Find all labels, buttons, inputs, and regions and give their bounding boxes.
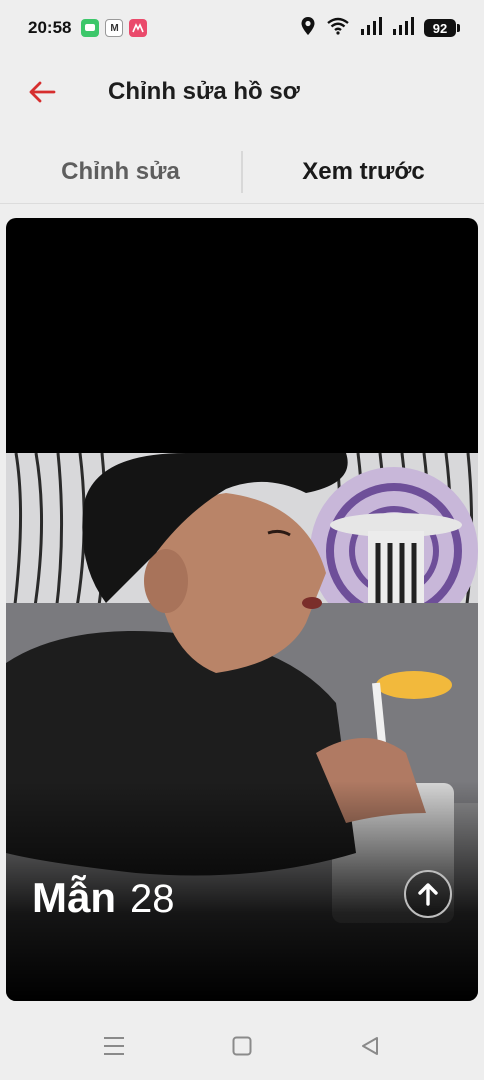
expand-profile-button[interactable] <box>404 870 452 918</box>
profile-age: 28 <box>130 877 175 921</box>
back-arrow-icon <box>29 81 56 103</box>
status-bar: 20:58 M 92 <box>0 0 484 56</box>
status-time: 20:58 <box>28 18 72 37</box>
signal-icon-2 <box>392 16 414 40</box>
system-back-button[interactable] <box>352 1028 388 1064</box>
page-title: Chỉnh sửa hồ sơ <box>108 78 300 105</box>
signal-icon-1 <box>360 16 382 40</box>
home-button[interactable] <box>224 1028 260 1064</box>
tab-preview[interactable]: Xem trước <box>243 140 484 203</box>
status-indicators: 92 <box>300 16 460 41</box>
messages-icon <box>81 19 100 37</box>
home-square-icon <box>232 1036 252 1056</box>
menu-icon <box>104 1037 124 1055</box>
back-triangle-icon <box>362 1037 378 1055</box>
recent-apps-button[interactable] <box>96 1028 132 1064</box>
system-nav-bar <box>0 1012 484 1080</box>
back-button[interactable] <box>16 66 68 118</box>
wifi-icon <box>326 17 350 40</box>
profile-info: Mẫn 28 <box>32 874 175 922</box>
location-icon <box>300 16 316 41</box>
arrow-up-icon <box>418 883 438 906</box>
screen: 20:58 M 92 Chỉnh sửa hồ sơ Chỉnh sửa Xem… <box>0 0 484 1080</box>
app-header: Chỉnh sửa hồ sơ <box>0 60 484 124</box>
gmail-icon: M <box>105 19 124 37</box>
profile-name: Mẫn <box>32 874 116 921</box>
profile-preview-card[interactable]: Mẫn 28 <box>6 218 478 1001</box>
battery-indicator: 92 <box>424 19 460 37</box>
tab-bar: Chỉnh sửa Xem trước <box>0 140 484 204</box>
tab-edit[interactable]: Chỉnh sửa <box>0 140 241 203</box>
gallery-app-icon <box>129 19 148 37</box>
